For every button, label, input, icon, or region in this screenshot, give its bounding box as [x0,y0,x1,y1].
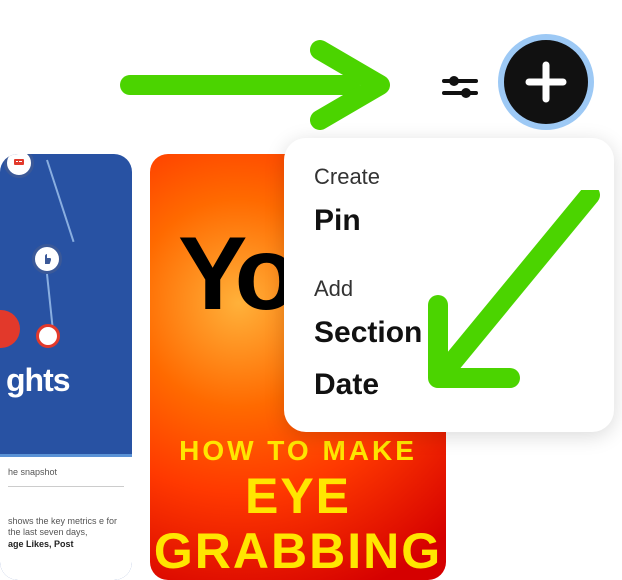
circle-icon [36,324,60,348]
filter-button[interactable] [440,72,480,102]
decorative-line [46,160,74,242]
plus-icon [523,59,569,105]
pin-description-panel: he snapshot shows the key metrics e for … [0,454,132,580]
filter-icon [442,73,478,101]
menu-item-date[interactable]: Date [314,368,584,402]
menu-item-pin[interactable]: Pin [314,204,584,238]
decorative-line [46,274,54,328]
thumb-icon [32,244,62,274]
menu-group-create: Create [314,164,584,190]
panel-heading: he snapshot [8,467,124,478]
annotation-arrow [120,40,400,130]
menu-group-add: Add [314,276,584,302]
add-button[interactable] [498,34,594,130]
pin-card[interactable]: ghts he snapshot shows the key metrics e… [0,154,132,580]
create-menu: Create Pin Add Section Date [284,138,614,432]
chat-icon [4,154,34,178]
circle-icon [0,310,20,348]
panel-text: shows the key metrics e for the last sev… [8,516,124,551]
pin-subtitle: HOW TO MAKE EYE GRABBING [150,436,446,579]
menu-item-section[interactable]: Section [314,316,584,350]
pin-title-partial: ghts [6,362,70,399]
